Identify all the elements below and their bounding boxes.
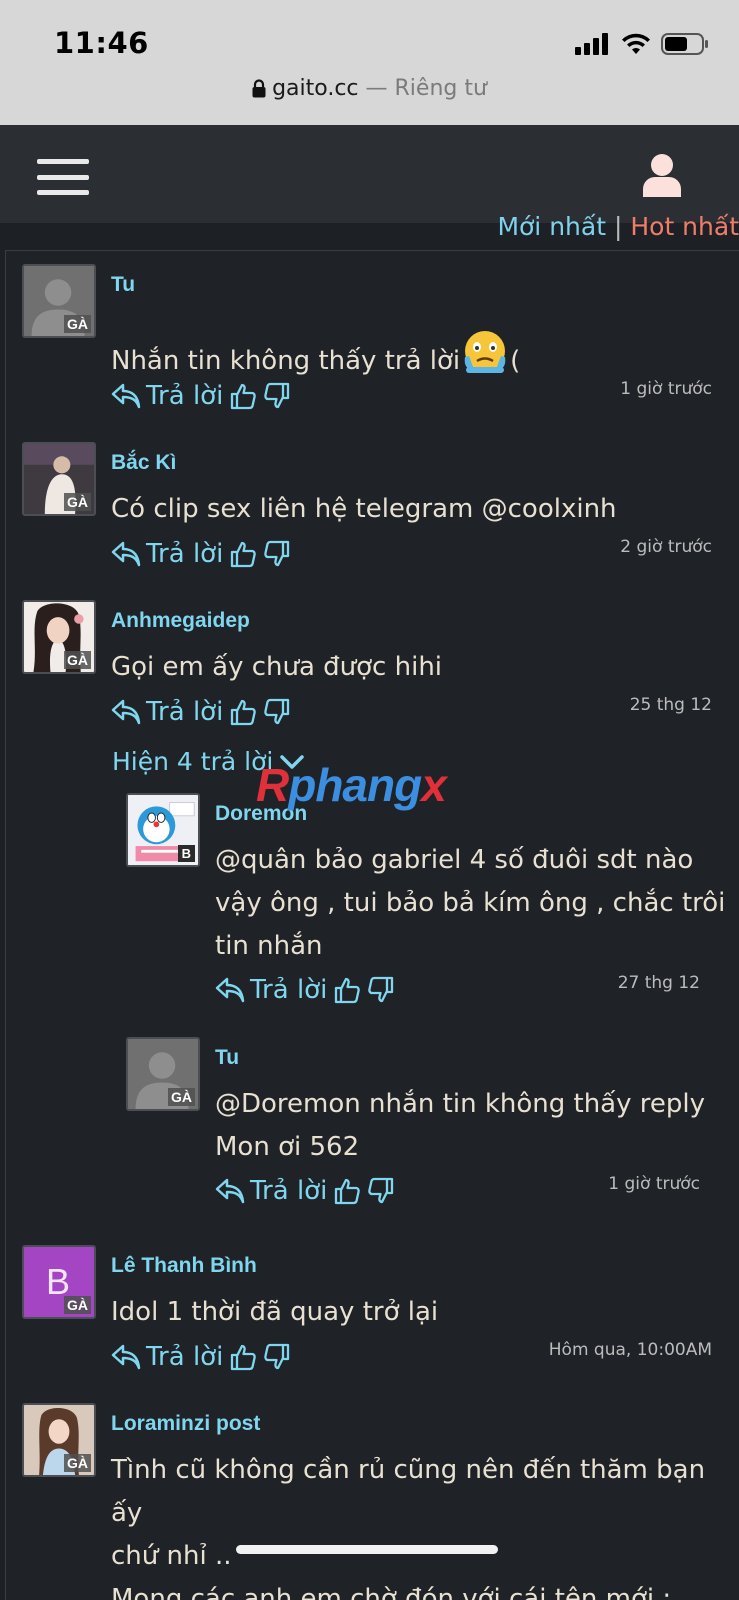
watermark-logo: Rphangx	[256, 759, 447, 811]
reply-button[interactable]: Trả lời	[215, 1176, 327, 1206]
thumbs-up-icon[interactable]	[229, 540, 257, 568]
sort-tabs: Mới nhất | Hot nhất	[497, 212, 739, 241]
status-time: 11:46	[54, 26, 149, 60]
rank-badge: GÀ	[168, 1088, 195, 1106]
comment-timestamp: 27 thg 12	[617, 973, 700, 993]
home-indicator[interactable]	[236, 1545, 498, 1554]
comment-username[interactable]: Tu	[215, 1046, 239, 1070]
reply-button[interactable]: Trả lời	[111, 1342, 223, 1372]
sort-hot-tab[interactable]: Hot nhất	[630, 212, 739, 241]
thumbs-up-icon[interactable]	[229, 382, 257, 410]
avatar[interactable]: GÀ	[22, 1403, 96, 1477]
thumbs-down-icon[interactable]	[263, 1343, 291, 1371]
reply-arrow-icon	[111, 1344, 141, 1370]
avatar[interactable]: GÀ	[126, 1037, 200, 1111]
comment-timestamp: 25 thg 12	[629, 695, 712, 715]
thumbs-down-icon[interactable]	[367, 976, 395, 1004]
thumbs-down-icon[interactable]	[263, 540, 291, 568]
comment-username[interactable]: Anhmegaidep	[111, 609, 250, 633]
comment-text: Có clip sex liên hệ telegram @coolxinh	[111, 494, 617, 524]
thumbs-up-icon[interactable]	[333, 1177, 361, 1205]
thumbs-down-icon[interactable]	[367, 1177, 395, 1205]
thumbs-up-icon[interactable]	[229, 698, 257, 726]
status-icons	[575, 30, 709, 58]
browser-status-bar: 11:46 gaito.cc — Riêng tư	[0, 0, 739, 125]
comment-text: @Doremon nhắn tin không thấy reply Mon ơ…	[215, 1089, 705, 1162]
avatar[interactable]: GÀ	[22, 264, 96, 338]
rank-badge: GÀ	[64, 315, 91, 333]
user-icon[interactable]	[641, 153, 683, 197]
comment-text: @quân bảo gabriel 4 số đuôi sdt nào vậy …	[215, 845, 726, 961]
reply-arrow-icon	[111, 383, 141, 409]
avatar[interactable]: B GÀ	[22, 1245, 96, 1319]
comment-actions: Trả lời	[215, 975, 395, 1005]
comment-username[interactable]: Tu	[111, 273, 135, 297]
cellular-signal-icon	[575, 33, 608, 55]
comment-timestamp: 2 giờ trước	[620, 537, 712, 557]
comment-text: Idol 1 thời đã quay trở lại	[111, 1297, 439, 1327]
comment-username[interactable]: Loraminzi post	[111, 1412, 260, 1436]
comment-text: Gọi em ấy chưa được hihi	[111, 652, 443, 682]
menu-icon[interactable]	[37, 159, 89, 195]
private-mode-label: — Riêng tư	[358, 76, 487, 101]
avatar[interactable]: GÀ	[22, 442, 96, 516]
wifi-icon	[622, 33, 650, 54]
comment-timestamp: 1 giờ trước	[608, 1174, 700, 1194]
comment-list: GÀ Tu Nhắn tin không thấy trả lời ( Trả …	[5, 250, 739, 1600]
comment-actions: Trả lời	[111, 539, 291, 569]
reply-button[interactable]: Trả lời	[111, 539, 223, 569]
thumbs-down-icon[interactable]	[263, 382, 291, 410]
sort-separator: |	[606, 212, 631, 241]
comment-actions: Trả lời	[111, 381, 291, 411]
comment-username[interactable]: Lê Thanh Bình	[111, 1254, 257, 1278]
reply-button[interactable]: Trả lời	[111, 381, 223, 411]
reply-arrow-icon	[111, 699, 141, 725]
comment-text: Tình cũ không cần rủ cũng nên đến thăm b…	[111, 1455, 706, 1600]
reply-button[interactable]: Trả lời	[215, 975, 327, 1005]
reply-arrow-icon	[215, 1178, 245, 1204]
url-domain: gaito.cc	[272, 76, 359, 101]
crying-emoji-icon	[464, 331, 506, 373]
address-bar[interactable]: gaito.cc — Riêng tư	[0, 76, 739, 101]
rank-badge: GÀ	[64, 1296, 91, 1314]
avatar[interactable]: B	[126, 793, 200, 867]
reply-arrow-icon	[215, 977, 245, 1003]
sort-newest-tab[interactable]: Mới nhất	[497, 212, 606, 241]
comment-timestamp: Hôm qua, 10:00AM	[548, 1340, 712, 1360]
rank-badge: GÀ	[64, 1454, 91, 1472]
thumbs-down-icon[interactable]	[263, 698, 291, 726]
reply-arrow-icon	[111, 541, 141, 567]
app-header	[0, 125, 739, 223]
reply-button[interactable]: Trả lời	[111, 697, 223, 727]
comment-actions: Trả lời	[111, 1342, 291, 1372]
rank-badge: B	[177, 845, 195, 862]
comment-text: Nhắn tin không thấy trả lời (	[111, 329, 520, 383]
comment-actions: Trả lời	[111, 697, 291, 727]
rank-badge: GÀ	[64, 493, 91, 511]
avatar[interactable]: GÀ	[22, 600, 96, 674]
thumbs-up-icon[interactable]	[333, 976, 361, 1004]
comment-actions: Trả lời	[215, 1176, 395, 1206]
lock-icon	[252, 79, 266, 98]
comment-timestamp: 1 giờ trước	[620, 379, 712, 399]
thumbs-up-icon[interactable]	[229, 1343, 257, 1371]
comment-username[interactable]: Bắc Kì	[111, 451, 176, 475]
battery-icon	[661, 33, 708, 55]
rank-badge: GÀ	[64, 651, 91, 669]
